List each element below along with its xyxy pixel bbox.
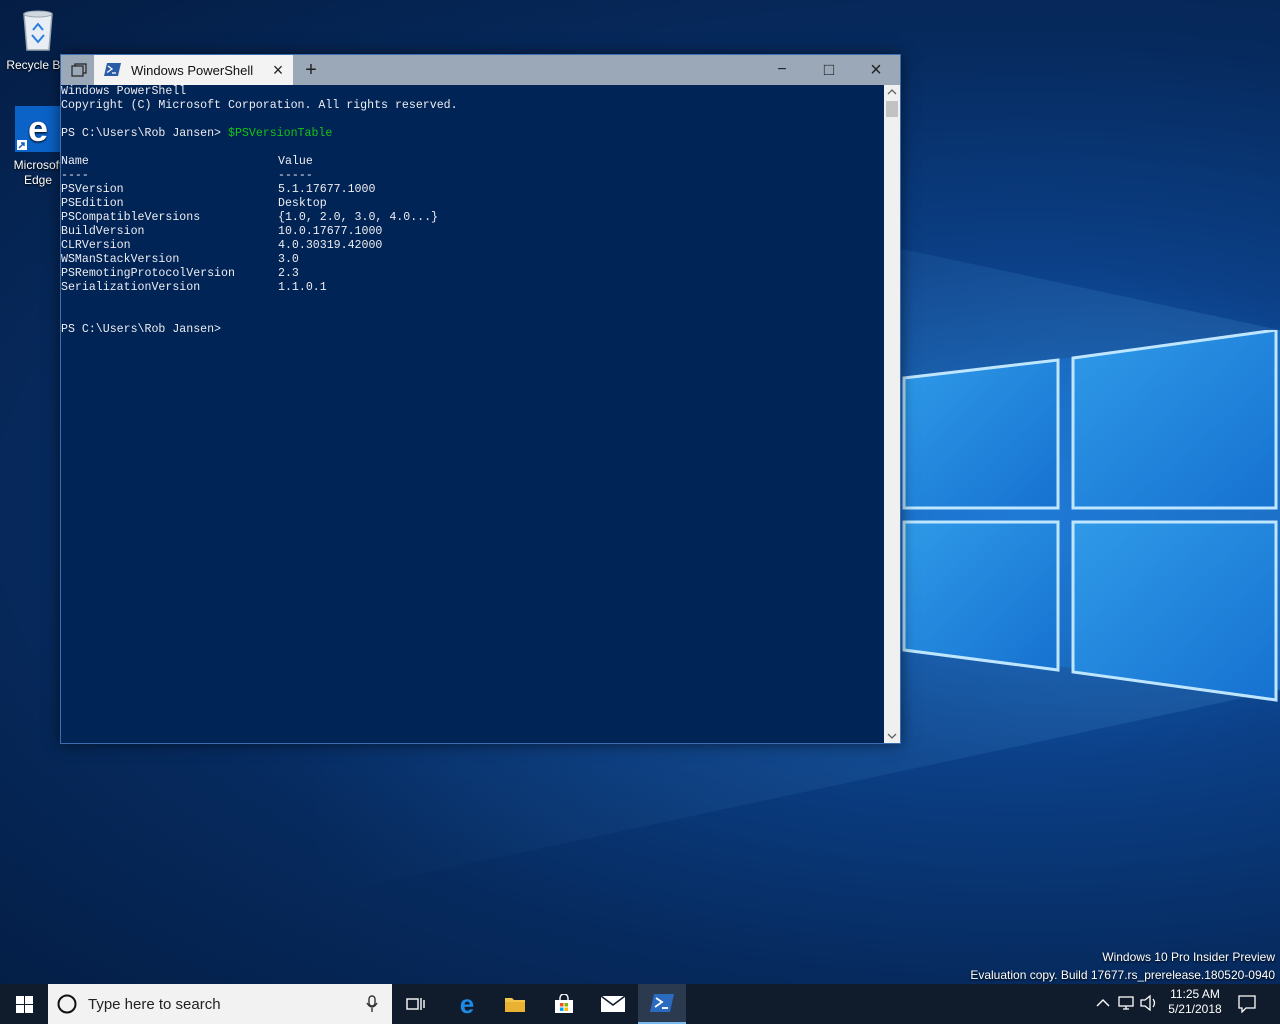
search-box[interactable]: Type here to search xyxy=(48,984,392,1024)
table-row-name: CLRVersion xyxy=(61,239,131,252)
svg-text:e: e xyxy=(28,108,48,149)
console-prompt-line: PS C:\Users\Rob Jansen> xyxy=(61,323,222,336)
maximize-icon: □ xyxy=(823,60,835,79)
taskbar-powershell-button[interactable] xyxy=(638,984,686,1024)
scroll-down-icon[interactable] xyxy=(887,732,897,740)
close-icon: × xyxy=(272,59,284,80)
tab-switcher-button[interactable] xyxy=(65,55,93,85)
table-row-value: 4.0.30319.42000 xyxy=(278,239,383,252)
powershell-icon xyxy=(104,63,121,76)
console-header-line: Windows PowerShell xyxy=(61,85,187,98)
prompt-text: PS C:\Users\Rob Jansen> xyxy=(61,127,228,140)
table-row-name: WSManStackVersion xyxy=(61,253,180,266)
maximize-button[interactable]: □ xyxy=(806,55,852,85)
svg-text:e: e xyxy=(460,992,474,1016)
table-row-value: {1.0, 2.0, 3.0, 4.0...} xyxy=(278,211,439,224)
minimize-button[interactable]: − xyxy=(759,55,805,85)
volume-icon[interactable] xyxy=(1140,995,1158,1011)
console-command-line: PS C:\Users\Rob Jansen> $PSVersionTable xyxy=(61,127,332,141)
console-output[interactable]: Windows PowerShell Copyright (C) Microso… xyxy=(61,85,885,743)
network-icon[interactable] xyxy=(1118,995,1134,1011)
search-icon xyxy=(57,994,77,1014)
powershell-icon xyxy=(650,994,674,1012)
table-row-value: Desktop xyxy=(278,197,327,210)
console-copyright-line: Copyright (C) Microsoft Corporation. All… xyxy=(61,99,458,112)
clock-time: 11:25 AM xyxy=(1170,987,1220,1001)
table-row-name: PSRemotingProtocolVersion xyxy=(61,267,235,280)
show-hidden-icons-icon[interactable] xyxy=(1096,998,1110,1008)
scroll-up-icon[interactable] xyxy=(887,88,897,96)
powershell-window[interactable]: Windows PowerShell × + − □ × Windows Pow… xyxy=(60,54,901,744)
task-view-button[interactable] xyxy=(392,984,440,1024)
table-row-name: SerializationVersion xyxy=(61,281,201,294)
tab-windows-powershell[interactable]: Windows PowerShell × xyxy=(94,55,293,85)
column-header-value: Value xyxy=(278,155,313,168)
action-center-icon[interactable] xyxy=(1238,995,1256,1013)
taskbar-mail-button[interactable] xyxy=(589,984,637,1024)
start-button[interactable] xyxy=(0,984,48,1024)
table-row-name: BuildVersion xyxy=(61,225,145,238)
new-tab-button[interactable]: + xyxy=(297,55,325,85)
table-row-value: 3.0 xyxy=(278,253,299,266)
taskbar-clock[interactable]: 11:25 AM 5/21/2018 xyxy=(1160,987,1230,1017)
tab-switcher-icon xyxy=(71,63,87,77)
taskbar: Type here to search e 11:25 AM 5/21/2018 xyxy=(0,984,1280,1024)
table-row-name: PSCompatibleVersions xyxy=(61,211,201,224)
table-row-value: 5.1.17677.1000 xyxy=(278,183,376,196)
table-row-value: 2.3 xyxy=(278,267,299,280)
window-titlebar[interactable]: Windows PowerShell × + − □ × xyxy=(61,55,900,85)
store-bag-icon xyxy=(555,994,573,1013)
tab-title: Windows PowerShell xyxy=(131,63,254,78)
edge-icon: e xyxy=(15,106,61,152)
table-row-name: PSVersion xyxy=(61,183,124,196)
build-watermark-line1: Windows 10 Pro Insider Preview xyxy=(1102,950,1275,964)
folder-icon xyxy=(505,998,525,1012)
column-header-name: Name xyxy=(61,155,89,168)
search-placeholder: Type here to search xyxy=(88,996,221,1013)
minimize-icon: − xyxy=(777,61,787,78)
task-view-icon xyxy=(406,998,425,1010)
table-row-name: PSEdition xyxy=(61,197,124,210)
microphone-icon[interactable] xyxy=(366,995,378,1013)
edge-icon: e xyxy=(460,992,474,1016)
table-row-value: 10.0.17677.1000 xyxy=(278,225,383,238)
command-text: $PSVersionTable xyxy=(227,127,333,140)
taskbar-edge-button[interactable]: e xyxy=(443,984,491,1024)
recycle-bin-icon xyxy=(23,10,53,51)
scrollbar-thumb[interactable] xyxy=(886,101,898,117)
windows-start-icon xyxy=(15,995,33,1013)
column-separator-value: ----- xyxy=(278,169,313,182)
mail-icon xyxy=(601,996,625,1012)
taskbar-store-button[interactable] xyxy=(540,984,588,1024)
clock-date: 5/21/2018 xyxy=(1168,1002,1222,1016)
console-scrollbar[interactable] xyxy=(884,85,900,743)
close-button[interactable]: × xyxy=(853,55,899,85)
tab-close-button[interactable]: × xyxy=(266,55,290,85)
column-separator-name: ---- xyxy=(61,169,89,182)
table-row-value: 1.1.0.1 xyxy=(278,281,327,294)
close-icon: × xyxy=(870,58,882,81)
plus-icon: + xyxy=(305,58,317,81)
build-watermark-line2: Evaluation copy. Build 17677.rs_prerelea… xyxy=(970,968,1275,982)
taskbar-file-explorer-button[interactable] xyxy=(491,984,539,1024)
windows-logo-wallpaper xyxy=(902,330,1278,702)
